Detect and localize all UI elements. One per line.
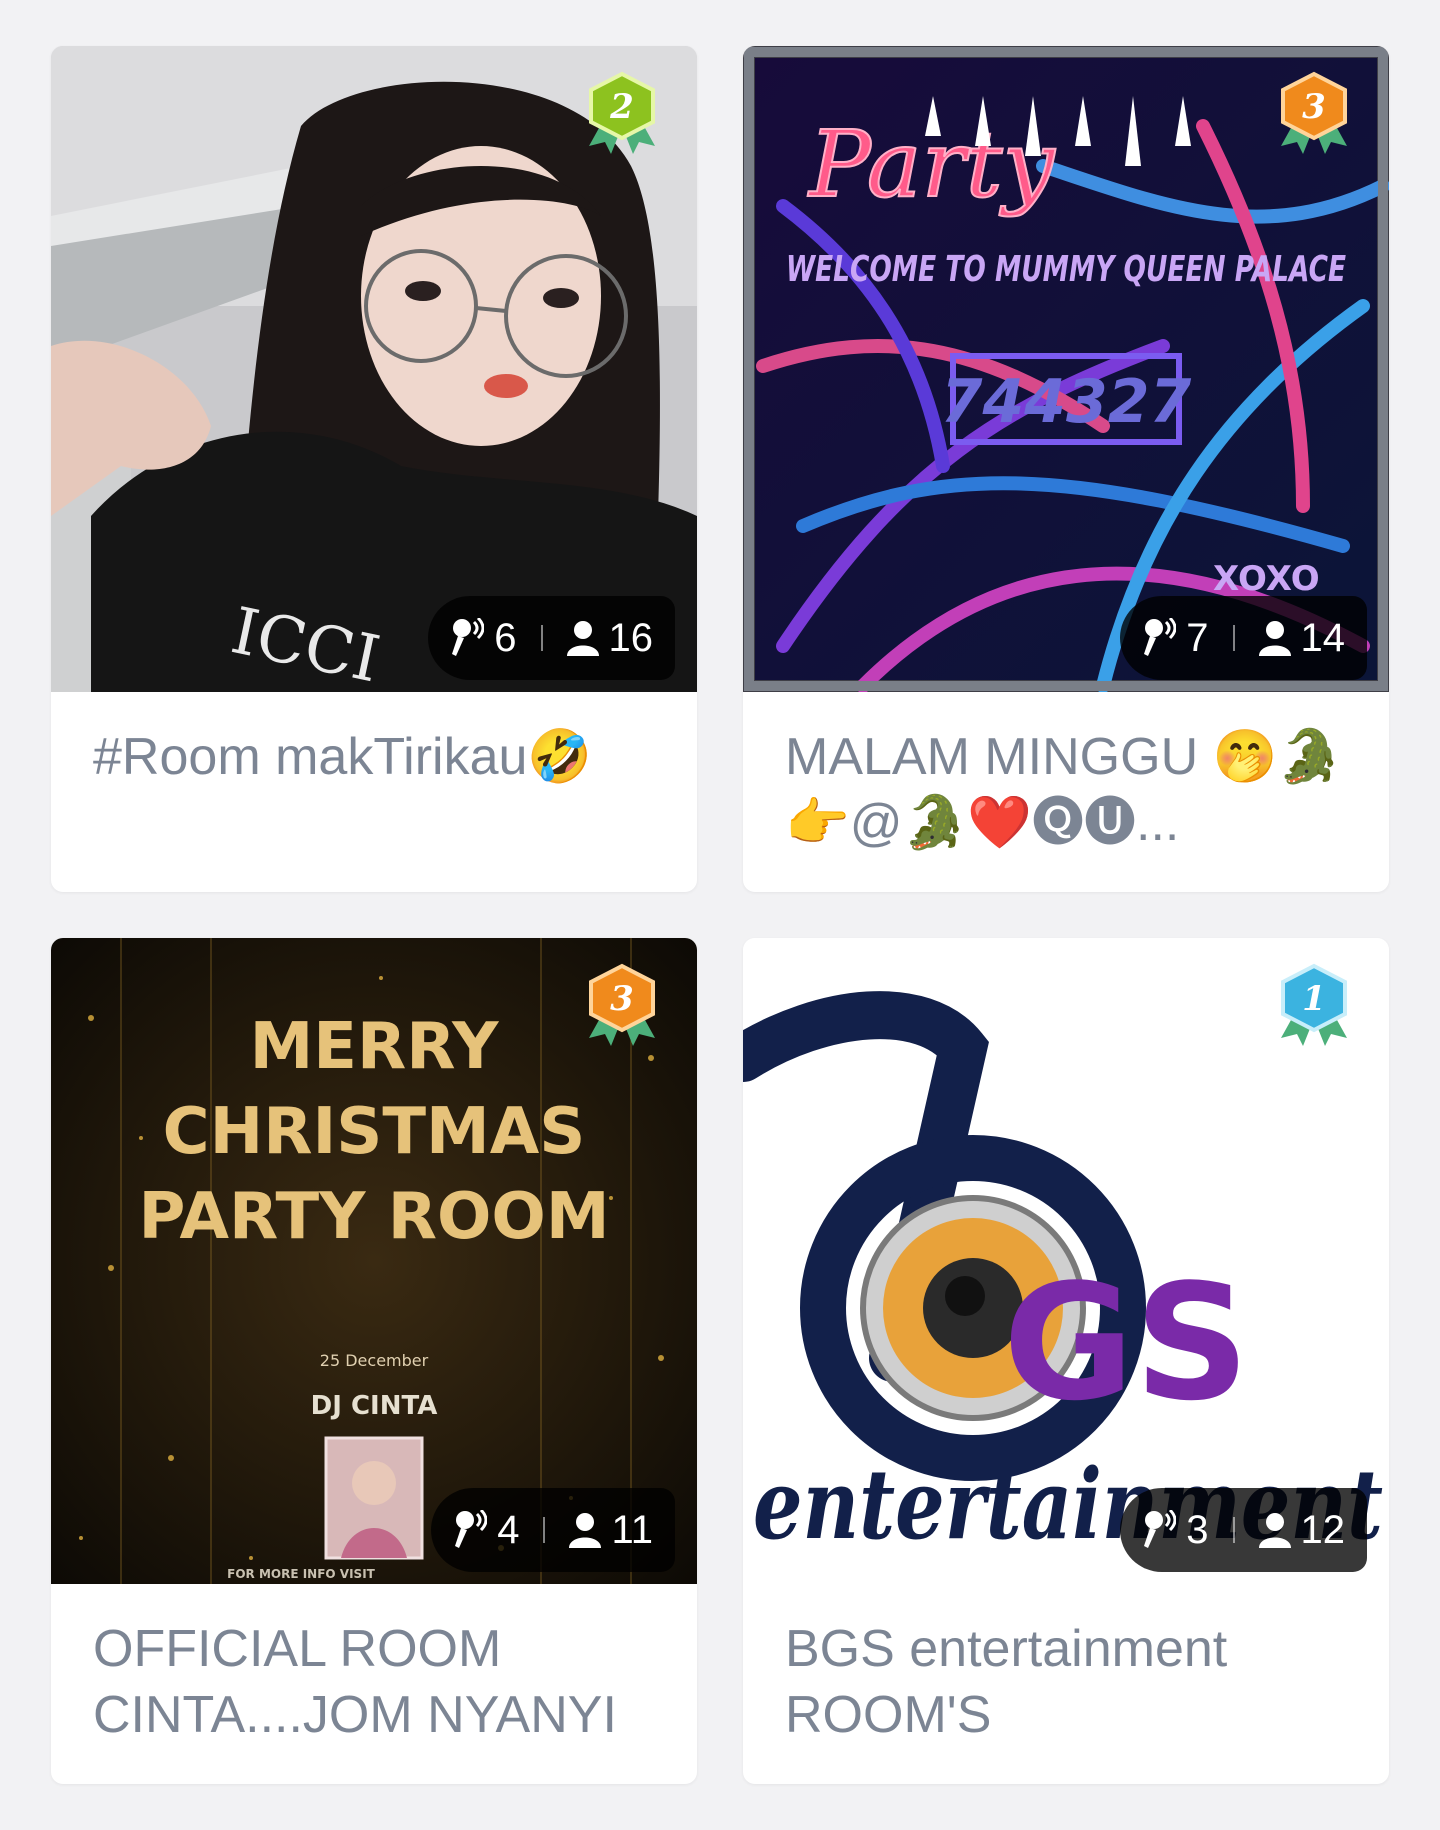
svg-text:744327: 744327: [941, 367, 1192, 437]
svg-text:FOR MORE INFO VISIT: FOR MORE INFO VISIT: [227, 1567, 376, 1581]
room-title[interactable]: OFFICIAL ROOM CINTA....JOM NYANYI: [93, 1616, 663, 1748]
svg-text:25 December: 25 December: [320, 1351, 429, 1370]
singers-count-group: 3: [1142, 1507, 1209, 1553]
stats-divider: [1232, 625, 1235, 651]
svg-text:CHRISTMAS: CHRISTMAS: [163, 1095, 586, 1169]
room-card[interactable]: MERRY CHRISTMAS PARTY ROOM 25 December D…: [51, 938, 697, 1784]
singers-count: 6: [494, 615, 517, 660]
microphone-icon: [1144, 1510, 1177, 1548]
svg-text:3: 3: [1302, 87, 1326, 127]
microphone-icon: [1144, 618, 1177, 656]
person-icon: [1258, 1513, 1291, 1548]
stats-divider: [543, 1517, 546, 1543]
listeners-count: 12: [1300, 1507, 1346, 1552]
svg-text:DJ CINTA: DJ CINTA: [311, 1391, 438, 1421]
microphone-icon: [455, 1510, 488, 1548]
stats-divider: [1232, 1517, 1235, 1543]
rank-medal-icon: 3: [1277, 70, 1351, 154]
singers-count: 3: [1186, 1507, 1209, 1552]
room-stats-overlay: 4 11: [431, 1488, 675, 1572]
room-stats-overlay: 7 14: [1120, 596, 1367, 680]
room-title[interactable]: BGS entertainment ROOM'S: [785, 1616, 1355, 1748]
room-stats-overlay: 6 16: [428, 596, 675, 680]
room-card[interactable]: GS entertainment 1 3 12 BGS entertainmen…: [743, 938, 1389, 1784]
svg-text:2: 2: [609, 87, 634, 127]
svg-text:PARTY ROOM: PARTY ROOM: [138, 1180, 609, 1254]
svg-text:MERRY: MERRY: [250, 1010, 499, 1084]
room-stats-overlay: 3 12: [1120, 1488, 1367, 1572]
listeners-count-group: 11: [569, 1508, 653, 1553]
listeners-count-group: 14: [1258, 615, 1346, 661]
singers-count-group: 4: [453, 1508, 519, 1553]
listeners-count: 14: [1300, 615, 1346, 660]
listeners-count: 16: [608, 615, 654, 660]
room-card[interactable]: ICCI 2 6 16 #Room makTirikau🤣: [51, 46, 697, 892]
room-title[interactable]: #Room makTirikau🤣: [93, 724, 663, 790]
rank-medal-icon: 2: [585, 70, 659, 154]
rank-medal-icon: 1: [1277, 962, 1351, 1046]
person-icon: [569, 1513, 602, 1548]
rank-medal-icon: 3: [585, 962, 659, 1046]
person-icon: [1258, 621, 1291, 656]
svg-text:XOXO: XOXO: [1213, 559, 1320, 599]
singers-count-group: 6: [450, 615, 517, 661]
svg-text:GS: GS: [1003, 1249, 1250, 1436]
svg-text:1: 1: [1302, 979, 1326, 1019]
stats-divider: [540, 625, 543, 651]
listeners-count-group: 16: [566, 615, 654, 661]
svg-text:WELCOME TO MUMMY QUEEN PALACE: WELCOME TO MUMMY QUEEN PALACE: [786, 249, 1346, 290]
listeners-count-group: 12: [1258, 1507, 1346, 1553]
room-card[interactable]: Party WELCOME TO MUMMY QUEEN PALACE 7443…: [743, 46, 1389, 892]
microphone-icon: [452, 618, 485, 656]
singers-count: 4: [497, 1507, 520, 1552]
singers-count: 7: [1186, 615, 1209, 660]
svg-text:3: 3: [610, 979, 634, 1019]
listeners-count: 11: [611, 1507, 653, 1552]
singers-count-group: 7: [1142, 615, 1209, 661]
room-title[interactable]: MALAM MINGGU 🤭🐊👉@🐊❤️🅠🅤...: [785, 724, 1355, 856]
person-icon: [566, 621, 599, 656]
